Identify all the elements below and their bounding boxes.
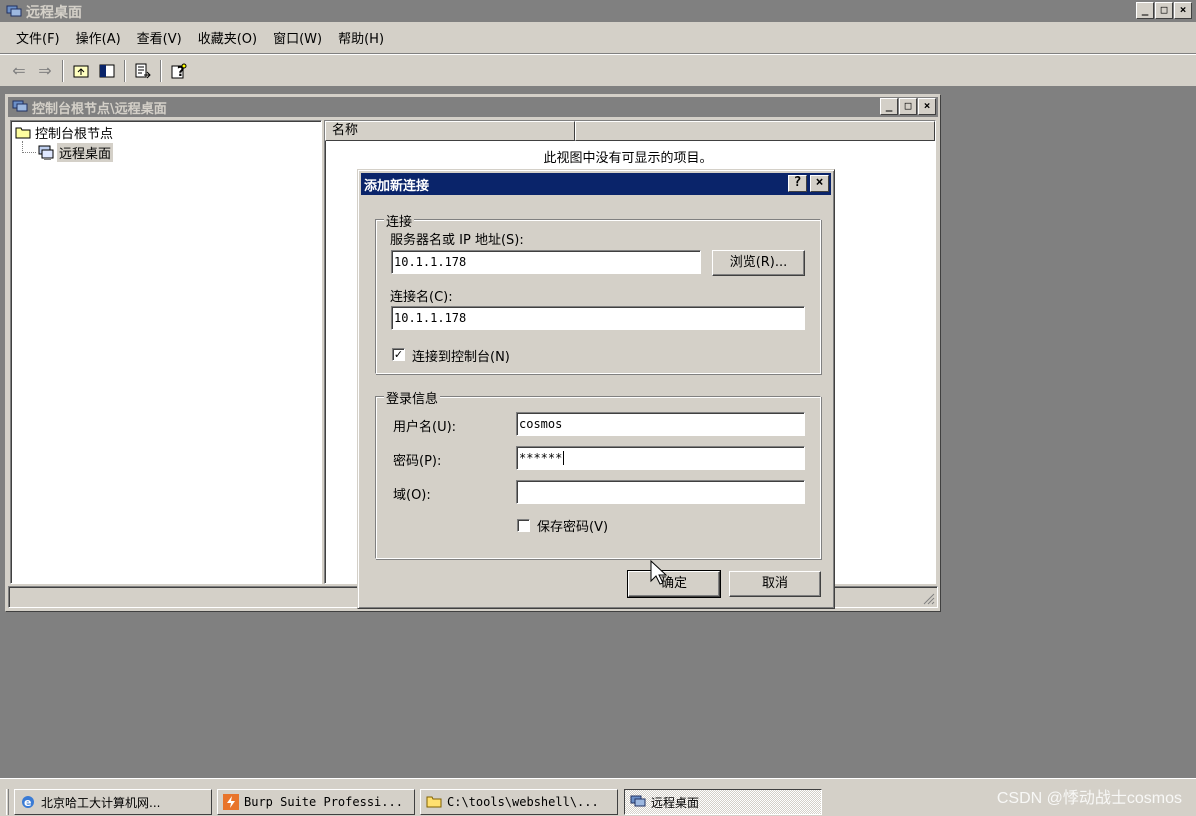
browse-button[interactable]: 浏览(R)...	[712, 250, 805, 276]
list-header: 名称	[325, 121, 935, 141]
toolbar-separator	[160, 59, 162, 82]
task-label: Burp Suite Professi...	[244, 795, 403, 809]
svg-text:e: e	[24, 796, 31, 809]
login-group-legend: 登录信息	[384, 388, 441, 407]
tree-item-label: 控制台根节点	[35, 127, 114, 142]
forward-arrow-icon[interactable]: ⇒	[34, 60, 56, 82]
domain-input[interactable]	[516, 480, 805, 504]
folder-icon	[15, 125, 31, 141]
menu-file[interactable]: 文件(F)	[8, 28, 68, 47]
menu-favorites[interactable]: 收藏夹(O)	[190, 28, 265, 47]
server-label: 服务器名或 IP 地址(S):	[390, 233, 524, 248]
mouse-cursor-icon	[650, 560, 668, 585]
dialog-title: 添加新连接	[364, 178, 430, 194]
tree-item-remote-desktop[interactable]: 远程桌面	[37, 143, 114, 162]
password-input[interactable]: ******	[516, 446, 805, 470]
minimize-button[interactable]: _	[1136, 2, 1154, 19]
taskbar-grip	[6, 789, 9, 815]
close-button[interactable]: ×	[1174, 2, 1192, 19]
tree-item-label: 远程桌面	[57, 143, 114, 162]
add-connection-dialog: 添加新连接 ? × 连接 服务器名或 IP 地址(S): 10.1.1.178 …	[357, 169, 835, 609]
username-label: 用户名(U):	[393, 420, 457, 435]
burp-icon	[223, 794, 239, 810]
watermark: CSDN @悸动战士cosmos	[996, 790, 1182, 807]
server-input[interactable]: 10.1.1.178	[391, 250, 701, 274]
connect-console-label: 连接到控制台(N)	[412, 350, 510, 365]
dialog-title-bar: 添加新连接 ? ×	[361, 173, 831, 195]
tree-item-console-root[interactable]: 控制台根节点	[15, 123, 113, 142]
save-password-checkbox[interactable]	[517, 519, 530, 532]
text-caret	[563, 451, 565, 465]
dialog-close-button[interactable]: ×	[810, 175, 829, 192]
back-arrow-icon[interactable]: ⇐	[8, 60, 30, 82]
task-label: 远程桌面	[651, 795, 700, 810]
remote-desktop-icon	[12, 99, 28, 115]
menu-view[interactable]: 查看(V)	[129, 28, 190, 47]
menu-help[interactable]: 帮助(H)	[330, 28, 392, 47]
cancel-button[interactable]: 取消	[729, 571, 821, 597]
up-folder-icon[interactable]	[70, 60, 92, 82]
domain-label: 域(O):	[393, 488, 431, 503]
taskbar-task-explorer[interactable]: C:\tools\webshell\...	[420, 789, 618, 815]
toolbar-separator	[62, 59, 64, 82]
toolbar-separator	[124, 59, 126, 82]
ok-button[interactable]: 确定	[627, 570, 721, 598]
app-title: 远程桌面	[26, 5, 82, 21]
child-restore-button[interactable]: □	[899, 98, 917, 115]
password-value: ******	[519, 451, 563, 465]
username-input[interactable]: cosmos	[516, 412, 805, 436]
connection-name-input[interactable]: 10.1.1.178	[391, 306, 805, 330]
remote-desktop-icon	[6, 4, 22, 20]
column-header-empty[interactable]	[575, 121, 935, 141]
child-close-button[interactable]: ×	[918, 98, 936, 115]
remote-desktop-icon	[630, 794, 646, 810]
help-icon[interactable]: ?	[168, 60, 190, 82]
login-group: 登录信息 用户名(U): cosmos 密码(P): ****** 域(O): …	[375, 388, 821, 559]
show-hide-tree-icon[interactable]	[96, 60, 118, 82]
dialog-help-button[interactable]: ?	[788, 175, 807, 192]
password-label: 密码(P):	[393, 454, 442, 469]
folder-icon	[426, 794, 442, 810]
taskbar-task-remote-desktop[interactable]: 远程桌面	[624, 789, 822, 815]
tree-pane: 控制台根节点 远程桌面	[10, 120, 322, 584]
column-header-name[interactable]: 名称	[325, 121, 575, 141]
toolbar: ⇐ ⇒ ?	[0, 54, 1196, 86]
task-label: C:\tools\webshell\...	[447, 795, 599, 809]
child-minimize-button[interactable]: _	[880, 98, 898, 115]
task-label: 北京哈工大计算机网...	[41, 795, 161, 810]
remote-desktops-icon	[37, 145, 54, 161]
taskbar-task-browser[interactable]: e 北京哈工大计算机网...	[14, 789, 212, 815]
resize-grip-icon[interactable]	[923, 593, 935, 605]
menu-window[interactable]: 窗口(W)	[265, 28, 330, 47]
connection-group: 连接 服务器名或 IP 地址(S): 10.1.1.178 浏览(R)... 连…	[375, 211, 821, 374]
empty-list-message: 此视图中没有可显示的项目。	[543, 151, 713, 166]
menu-bar: 文件(F) 操作(A) 查看(V) 收藏夹(O) 窗口(W) 帮助(H)	[0, 22, 1196, 54]
restore-button[interactable]: □	[1155, 2, 1173, 19]
tree-connector	[22, 152, 36, 153]
save-password-label: 保存密码(V)	[537, 520, 609, 535]
taskbar-task-burp[interactable]: Burp Suite Professi...	[217, 789, 415, 815]
connection-name-label: 连接名(C):	[390, 290, 453, 305]
ie-icon: e	[20, 794, 36, 810]
export-list-icon[interactable]	[132, 60, 154, 82]
child-title: 控制台根节点\远程桌面	[32, 101, 167, 117]
connect-console-checkbox[interactable]: ✓	[392, 348, 405, 361]
menu-action[interactable]: 操作(A)	[68, 28, 129, 47]
connection-group-legend: 连接	[384, 211, 415, 230]
child-title-bar: 控制台根节点\远程桌面 _ □ ×	[8, 97, 938, 117]
app-title-bar: 远程桌面 _ □ ×	[0, 0, 1196, 22]
